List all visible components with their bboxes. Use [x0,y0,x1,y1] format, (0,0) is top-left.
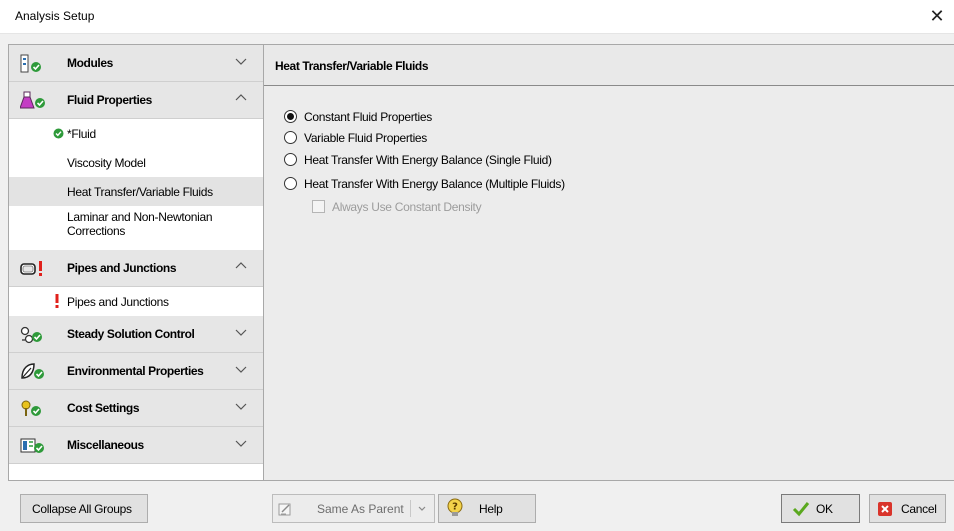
panel-title: Heat Transfer/Variable Fluids [275,59,429,73]
close-icon[interactable]: ✕ [926,5,948,27]
modules-icon [20,54,41,73]
button-label: Cancel [901,502,937,516]
chevron-up-icon [235,94,247,101]
settings-panel: Heat Transfer/Variable Fluids Constant F… [264,44,954,481]
sidebar-group-modules[interactable]: Modules [9,45,263,82]
checkmark-icon [792,502,810,517]
button-label: OK [816,502,833,516]
chevron-down-icon [235,366,247,373]
sidebar-group-pipes-junctions[interactable]: Pipes and Junctions [9,250,263,287]
fluid-flask-icon [20,91,45,109]
svg-text:?: ? [452,502,458,513]
same-as-parent-dropdown[interactable]: Same As Parent [272,494,435,523]
window-title: Analysis Setup [15,9,95,23]
panel-header: Heat Transfer/Variable Fluids [264,45,954,86]
sidebar-group-label: Fluid Properties [67,93,152,107]
sidebar-item-label: *Fluid [67,127,96,141]
sidebar-item-pipes-junctions[interactable]: Pipes and Junctions [9,287,263,316]
button-label: Collapse All Groups [32,502,132,516]
sidebar-group-label: Pipes and Junctions [67,261,177,275]
chevron-down-icon [235,58,247,65]
sidebar-group-cost-settings[interactable]: Cost Settings [9,390,263,427]
option-label: Heat Transfer With Energy Balance (Singl… [304,153,552,167]
checkbox[interactable] [312,200,325,213]
sidebar-item-label: Laminar and Non-Newtonian Corrections [67,210,213,238]
sidebar-item-laminar-corrections[interactable]: Laminar and Non-Newtonian Corrections [9,206,263,250]
cancel-button[interactable]: Cancel [869,494,946,523]
sidebar-item-label: Viscosity Model [67,156,146,170]
checkbox-label: Always Use Constant Density [332,200,482,214]
collapse-all-groups-button[interactable]: Collapse All Groups [20,494,148,523]
chevron-down-icon [235,440,247,447]
pipe-icon [20,261,42,276]
help-button[interactable]: ? Help [438,494,536,523]
dropdown-divider [410,500,411,517]
sidebar-item-viscosity-model[interactable]: Viscosity Model [9,148,263,177]
chevron-up-icon [235,262,247,269]
sidebar-group-fluid-properties[interactable]: Fluid Properties [9,82,263,119]
sidebar-item-label: Heat Transfer/Variable Fluids [67,185,213,199]
sidebar-group-label: Cost Settings [67,401,140,415]
solution-control-icon [20,326,42,344]
chevron-down-icon [418,506,426,511]
title-bar: Analysis Setup ✕ [0,0,954,34]
help-bulb-icon: ? [447,498,463,516]
check-circle-icon [53,128,64,139]
radio-button[interactable] [284,153,297,166]
sidebar-item-label: Pipes and Junctions [67,295,169,309]
option-label: Variable Fluid Properties [304,131,428,145]
sidebar-group-label: Miscellaneous [67,438,144,452]
sidebar-group-miscellaneous[interactable]: Miscellaneous [9,427,263,464]
sidebar: Modules Fluid Properties *Fluid Viscosit… [8,44,264,481]
sidebar-group-label: Modules [67,56,113,70]
option-label: Constant Fluid Properties [304,110,432,124]
dropdown-value: Same As Parent [317,502,404,516]
miscellaneous-icon [20,438,44,453]
error-exclamation-icon [55,294,59,308]
sidebar-group-label: Environmental Properties [67,364,204,378]
sidebar-item-fluid[interactable]: *Fluid [9,119,263,148]
chevron-down-icon [235,329,247,336]
edit-note-icon [278,503,291,516]
ok-button[interactable]: OK [781,494,860,523]
radio-button[interactable] [284,177,297,190]
environment-leaf-icon [21,363,44,379]
sidebar-group-label: Steady Solution Control [67,327,195,341]
button-label: Help [479,502,503,516]
chevron-down-icon [235,403,247,410]
cost-icon [21,400,41,416]
sidebar-item-heat-transfer[interactable]: Heat Transfer/Variable Fluids [9,177,263,206]
sidebar-group-steady-solution-control[interactable]: Steady Solution Control [9,316,263,353]
option-label: Heat Transfer With Energy Balance (Multi… [304,177,565,191]
radio-button[interactable] [284,131,297,144]
sidebar-group-environmental-properties[interactable]: Environmental Properties [9,353,263,390]
cancel-x-icon [878,502,892,516]
radio-button[interactable] [284,110,297,123]
